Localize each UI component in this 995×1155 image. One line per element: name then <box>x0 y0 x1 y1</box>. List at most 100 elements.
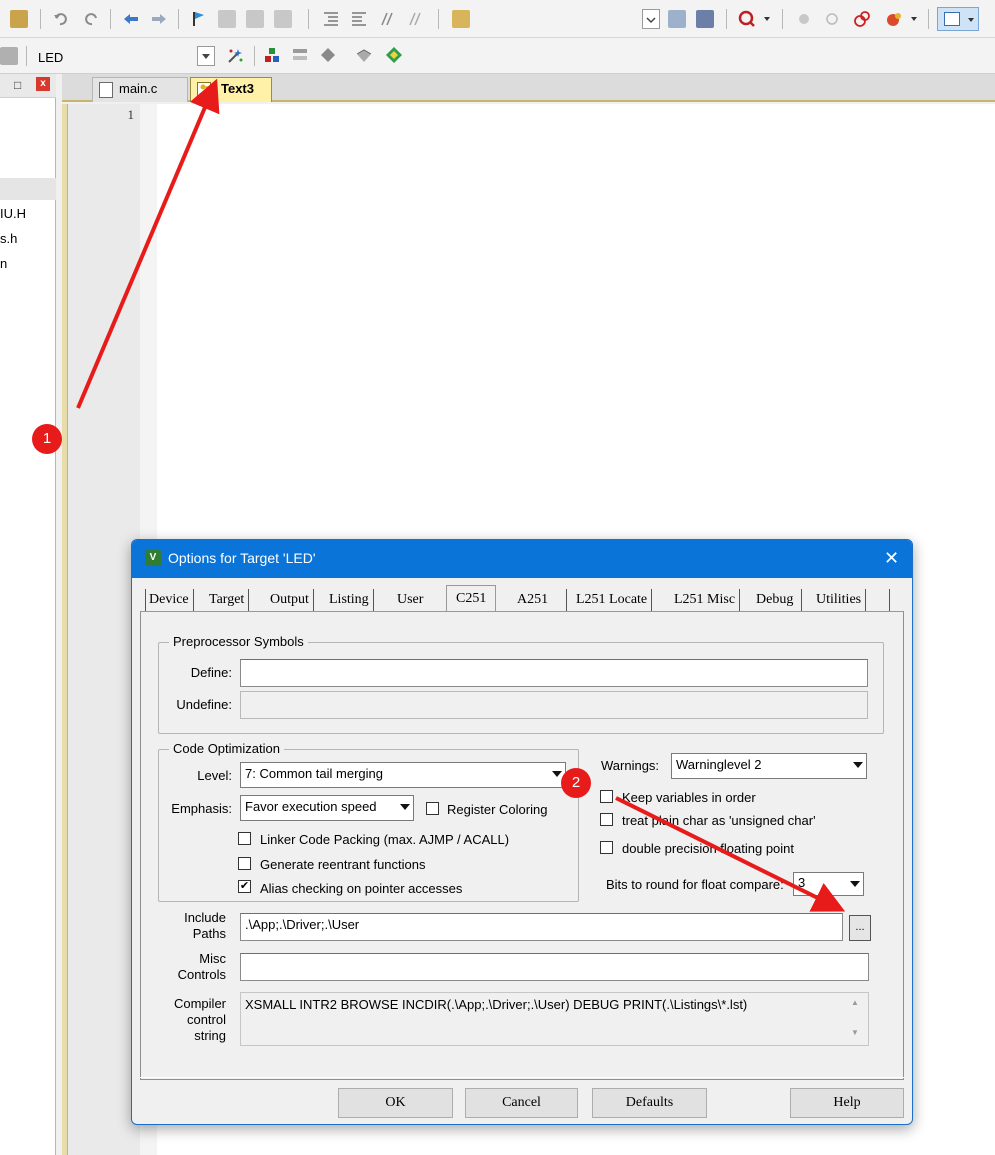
tab-device[interactable]: Device <box>145 589 194 611</box>
tab-debug[interactable]: Debug <box>752 589 803 611</box>
find-icon[interactable] <box>696 10 714 28</box>
cancel-button[interactable]: Cancel <box>465 1088 578 1118</box>
ok-button[interactable]: OK <box>338 1088 453 1118</box>
alias-checking-label: Alias checking on pointer accesses <box>260 881 463 896</box>
undo-icon[interactable] <box>52 10 70 28</box>
tab-separator <box>145 589 146 611</box>
warnings-select[interactable]: Warninglevel 2 <box>671 753 867 779</box>
navigate-forward-icon[interactable] <box>150 10 168 28</box>
bookmark-next-icon[interactable] <box>246 10 264 28</box>
reentrant-checkbox[interactable] <box>238 857 251 870</box>
toolbar-separator <box>308 9 309 29</box>
toolbar-separator <box>726 9 727 29</box>
toolbar-separator <box>110 9 111 29</box>
pack-installer-icon[interactable] <box>319 46 337 64</box>
tab-listing[interactable]: Listing <box>325 589 374 611</box>
tab-output[interactable]: Output <box>266 589 314 611</box>
enable-breakpoint-icon[interactable] <box>823 10 841 28</box>
debug-dropdown-icon[interactable] <box>764 16 770 22</box>
project-file-item[interactable]: n <box>0 256 7 271</box>
optimization-level-value: 7: Common tail merging <box>245 766 383 781</box>
optimization-level-select[interactable]: 7: Common tail merging <box>240 762 566 788</box>
double-precision-label: double precision floating point <box>622 841 795 856</box>
chevron-down-icon[interactable] <box>395 797 412 819</box>
compiler-control-string: XSMALL INTR2 BROWSE INCDIR(.\App;.\Drive… <box>240 992 869 1046</box>
tab-l251-locate[interactable]: L251 Locate <box>572 589 653 611</box>
scroll-down-icon[interactable]: ▼ <box>851 1028 859 1037</box>
include-paths-input[interactable]: .\App;.\Driver;.\User <box>240 913 843 941</box>
bookmark-icon[interactable] <box>190 10 208 28</box>
indent-icon[interactable] <box>322 10 340 28</box>
alias-checking-checkbox[interactable]: ✔ <box>238 880 251 893</box>
kill-breakpoints-icon[interactable] <box>885 10 903 28</box>
tab-l251-misc[interactable]: L251 Misc <box>670 589 741 611</box>
chevron-down-icon[interactable] <box>848 755 865 777</box>
runtime-environment-icon[interactable] <box>355 46 373 64</box>
window-layout-button[interactable] <box>937 7 979 31</box>
misc-controls-input[interactable] <box>240 953 869 981</box>
plain-char-checkbox[interactable] <box>600 813 613 826</box>
select-packs-icon[interactable] <box>291 46 309 64</box>
tab-a251[interactable]: A251 <box>513 589 568 611</box>
tab-label: Text3 <box>221 81 254 96</box>
find-combo-dropdown[interactable] <box>642 9 660 29</box>
project-file-item[interactable]: IU.H <box>0 206 26 221</box>
include-paths-label: Include Paths <box>184 910 226 941</box>
manage-project-items-icon[interactable] <box>263 46 281 64</box>
find-in-files-icon[interactable] <box>452 10 470 28</box>
bits-round-label: Bits to round for float compare: <box>606 877 784 892</box>
navigate-back-icon[interactable] <box>122 10 140 28</box>
target-select-value[interactable]: LED <box>38 50 63 65</box>
download-icon[interactable] <box>0 47 18 65</box>
double-precision-checkbox[interactable] <box>600 841 613 854</box>
linker-packing-checkbox[interactable] <box>238 832 251 845</box>
register-coloring-label: Register Coloring <box>447 802 548 817</box>
paste-icon[interactable] <box>10 10 28 28</box>
emphasis-select[interactable]: Favor execution speed <box>240 795 414 821</box>
compiler-control-label: Compiler control string <box>173 996 226 1043</box>
options-for-target-icon[interactable] <box>226 46 244 64</box>
bits-round-select[interactable]: 3 <box>793 872 864 896</box>
warnings-label: Warnings: <box>601 758 660 773</box>
misc-controls-label: Misc Controls <box>177 951 226 982</box>
bookmark-prev-icon[interactable] <box>218 10 236 28</box>
help-button[interactable]: Help <box>790 1088 904 1118</box>
tab-utilities[interactable]: Utilities <box>812 589 867 611</box>
defaults-button[interactable]: Defaults <box>592 1088 707 1118</box>
tab-target[interactable]: Target <box>205 589 250 611</box>
tab-c251[interactable]: C251 <box>446 585 497 612</box>
unindent-icon[interactable] <box>350 10 368 28</box>
chevron-down-icon[interactable] <box>845 874 862 894</box>
disable-breakpoints-icon[interactable] <box>853 10 871 28</box>
debug-session-icon[interactable] <box>738 10 756 28</box>
dialog-close-icon[interactable]: ✕ <box>884 549 899 567</box>
level-label: Level: <box>197 768 232 783</box>
tab-text3[interactable]: Text3 <box>190 77 272 102</box>
close-panel-icon[interactable]: x <box>36 77 50 91</box>
file-icon <box>99 82 113 98</box>
comment-icon[interactable] <box>378 10 396 28</box>
tab-panel-bottom-edge <box>140 1077 904 1080</box>
build-toolbar <box>0 38 995 74</box>
redo-icon[interactable] <box>82 10 100 28</box>
project-file-item[interactable]: s.h <box>0 231 17 246</box>
include-paths-browse-button[interactable]: ... <box>849 915 871 941</box>
insert-breakpoint-icon[interactable] <box>795 10 813 28</box>
tab-main-c[interactable]: main.c <box>92 77 188 102</box>
pin-icon[interactable]: □ <box>14 78 21 92</box>
pack-manager-icon[interactable] <box>384 45 402 63</box>
bookmark-clear-icon[interactable] <box>274 10 292 28</box>
undefine-input[interactable] <box>240 691 868 719</box>
toolbar-separator <box>782 9 783 29</box>
define-input[interactable] <box>240 659 868 687</box>
breakpoints-dropdown-icon[interactable] <box>911 16 917 22</box>
project-item-selected[interactable] <box>0 178 56 200</box>
scroll-up-icon[interactable]: ▲ <box>851 998 859 1007</box>
register-coloring-checkbox[interactable] <box>426 802 439 815</box>
uncomment-icon[interactable] <box>406 10 424 28</box>
target-select-dropdown[interactable] <box>197 46 215 66</box>
incremental-find-icon[interactable] <box>668 10 686 28</box>
keep-variables-checkbox[interactable] <box>600 790 613 803</box>
preprocessor-group-title: Preprocessor Symbols <box>169 634 308 649</box>
tab-user[interactable]: User <box>393 589 427 611</box>
